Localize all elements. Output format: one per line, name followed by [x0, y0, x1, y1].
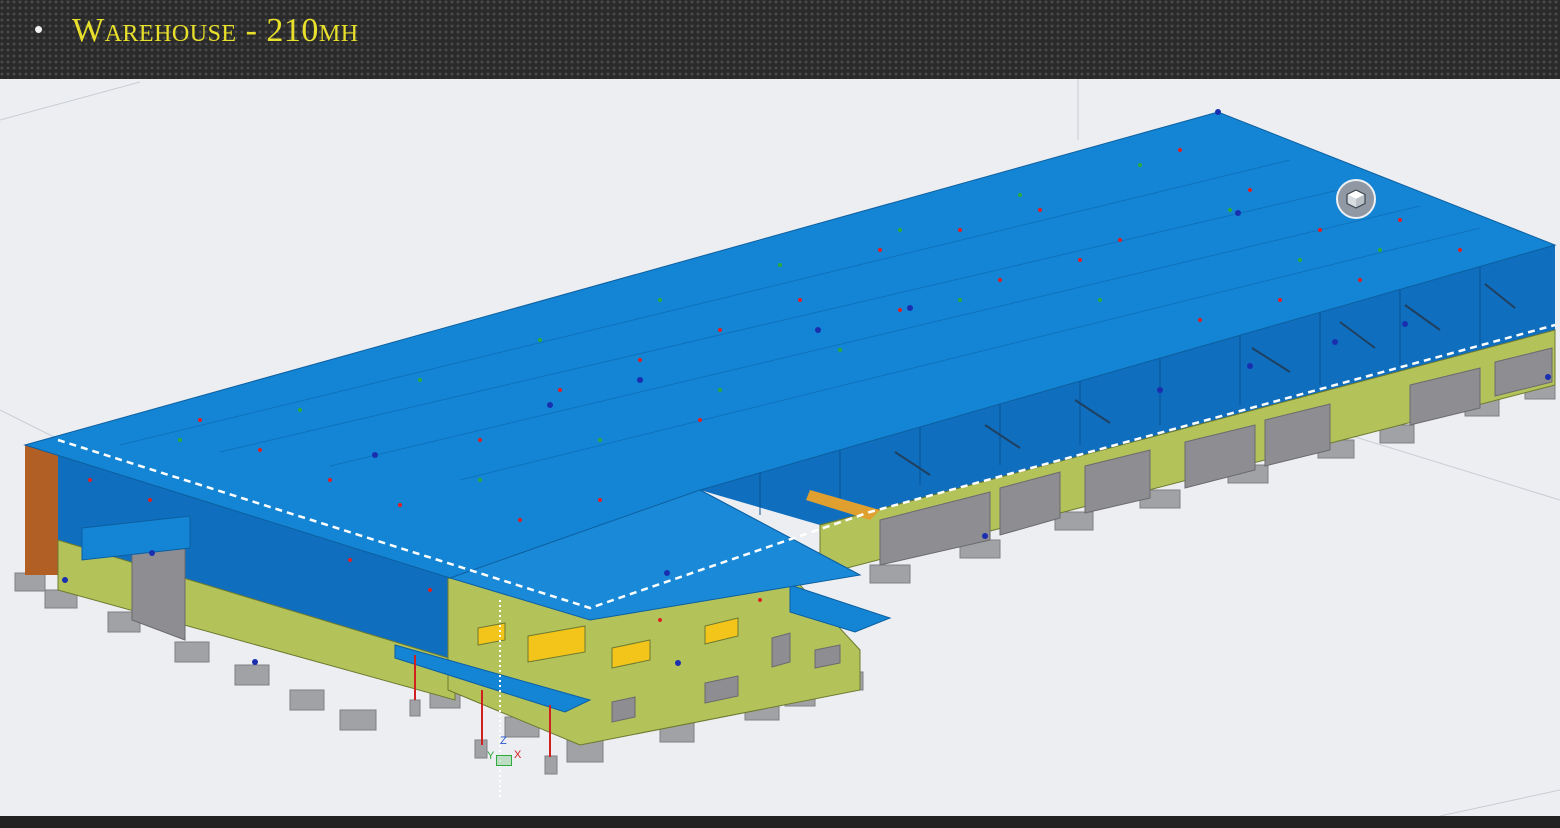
slide-title: Warehouse - 210mh: [72, 12, 359, 49]
slide-footer: [0, 816, 1560, 828]
axis-x-label: X: [514, 749, 522, 761]
end-wall: [25, 440, 58, 575]
axis-origin-box: [496, 755, 512, 766]
axis-z-label: Z: [500, 735, 507, 747]
view-cube-button[interactable]: [1336, 179, 1376, 219]
cube-icon: [1346, 189, 1366, 209]
building-model: [0, 79, 1560, 816]
bullet-point: •: [34, 14, 44, 44]
axis-triad: Z Y X: [484, 735, 528, 775]
slide-header: • Warehouse - 210mh: [0, 0, 1560, 79]
model-viewport[interactable]: Z Y X: [0, 79, 1560, 816]
axis-y-label: Y: [487, 750, 495, 762]
